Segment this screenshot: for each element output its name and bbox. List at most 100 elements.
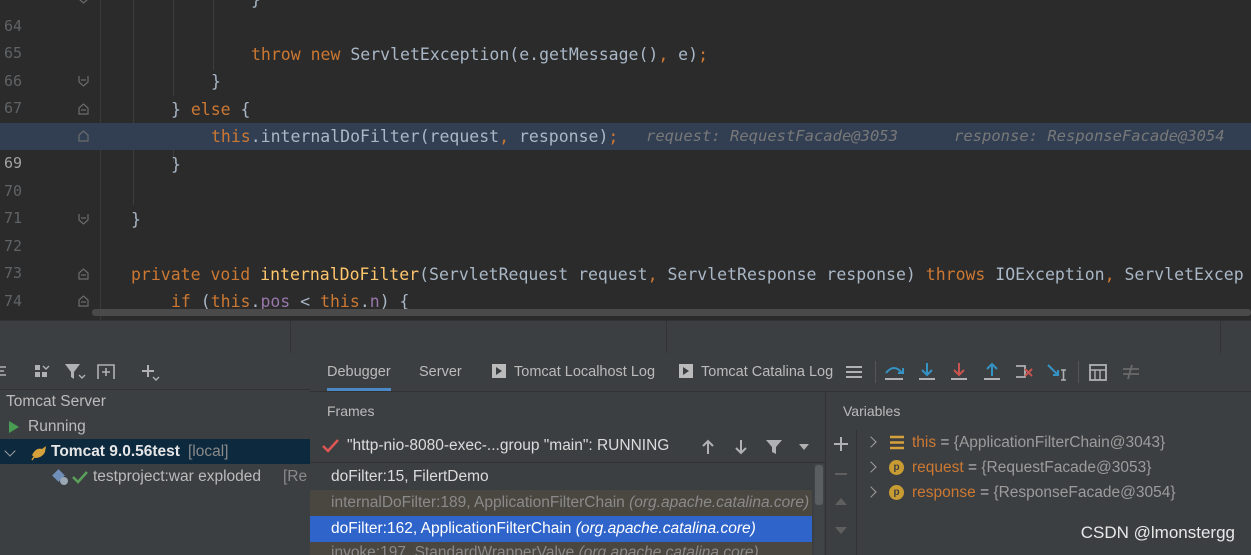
tree-item-running[interactable]: Running [0,414,310,439]
frame-method: doFilter:162, ApplicationFilterChain [331,520,572,537]
collapse-all-icon[interactable] [0,364,8,378]
code-token: (ServletRequest request [419,265,648,284]
chevron-right-icon[interactable] [865,486,877,498]
tool-window-header [0,320,1251,354]
fold-end-icon[interactable] [78,0,89,4]
variables-title: Variables [843,403,901,419]
watermark: CSDN @lmonstergg [1080,523,1235,542]
code-line: 74 @ private void internalDoFilter(Servl… [0,261,1251,320]
divider [666,321,667,354]
parameter-icon: p [889,485,904,500]
tab-label: Tomcat Localhost Log [514,364,656,380]
filter-icon[interactable] [64,363,86,381]
tab-tomcat-localhost-log[interactable]: Tomcat Localhost Log [492,353,655,391]
step-over-icon[interactable] [883,360,905,384]
variable-name: request [912,459,964,476]
frames-pane: Frames "http-nio-8080-exec-...group "mai… [310,392,825,555]
code-comma: , [1104,265,1115,284]
fold-start-icon[interactable] [78,103,89,115]
tree-item-tomcat-server[interactable]: Tomcat Server [0,389,310,414]
step-out-icon[interactable] [981,360,1003,384]
keyword-new: new [310,45,341,64]
fold-start-icon[interactable] [78,268,89,280]
code-token: ServletResponse response) [657,265,926,284]
fold-start-icon[interactable] [78,295,89,307]
chevron-right-icon[interactable] [865,436,877,448]
chevron-down-icon[interactable] [4,445,16,457]
frame-method: internalDoFilter:189, ApplicationFilterC… [331,494,625,511]
tree-item-artifact[interactable]: testproject:war exploded [Re [0,464,310,489]
code-token: } [171,155,181,174]
code-editor[interactable]: 64 } 65 66 throw new ServletException(e.… [0,0,1251,320]
code-line: 72 } [0,206,1251,255]
fold-end-icon[interactable] [78,75,89,87]
code-semicolon: ; [698,45,708,64]
code-line: 73 [0,233,1251,282]
fold-end-icon[interactable] [78,213,89,225]
keyword-this: this [211,127,251,146]
move-down-icon[interactable] [833,524,849,538]
force-step-into-icon[interactable] [948,360,970,384]
frame-item[interactable]: invoke:197, StandardWrapperValve (org.ap… [310,542,812,555]
group-by-icon[interactable] [34,363,50,379]
variable-row[interactable]: this = {ApplicationFilterChain@3043} [826,430,1251,455]
code-token: IOException [985,265,1105,284]
tree-item-tomcat-instance[interactable]: Tomcat 9.0.56test [local] [0,439,310,464]
tomcat-icon [31,446,46,461]
tab-debugger[interactable]: Debugger [327,353,391,391]
divider [1220,321,1221,354]
keyword-void: void [210,265,251,284]
debugger-tabs: Debugger Server Tomcat Localhost Log Tom… [310,353,1251,392]
variable-name: this [912,434,937,451]
code-line: 67 } [0,68,1251,117]
variable-row[interactable]: p request = {RequestFacade@3053} [826,455,1251,480]
log-icon [679,364,693,378]
keyword-throws: throws [925,265,986,284]
code-token: ServletExcep [1114,265,1244,284]
arrow-down-icon[interactable] [733,438,749,456]
code-token: } [211,72,221,91]
step-into-icon[interactable] [916,360,938,384]
evaluate-expression-icon[interactable] [1087,360,1109,384]
toolbar-separator [1078,361,1079,383]
tab-label: Tomcat Catalina Log [701,364,834,380]
chevron-right-icon[interactable] [865,461,877,473]
code-line: 68 } else { [0,96,1251,145]
frames-scrollbar-thumb[interactable] [815,465,823,505]
editor-horizontal-scrollbar[interactable] [92,309,1251,316]
new-tab-icon[interactable] [96,362,118,380]
add-service-icon[interactable] [140,363,160,381]
menu-icon[interactable] [843,360,865,384]
frame-package: (org.apache.catalina.core) [629,494,810,511]
code-token: ServletException(e.getMessage() [350,45,659,64]
frame-item-selected[interactable]: doFilter:162, ApplicationFilterChain (or… [310,516,812,542]
tab-tomcat-catalina-log[interactable]: Tomcat Catalina Log [679,353,833,391]
log-icon [492,364,506,378]
frame-item[interactable]: doFilter:15, FilertDemo [310,464,812,490]
chevron-down-icon[interactable] [798,442,810,452]
frame-package: (org.apache.catalina.core) [575,520,756,537]
arrow-up-icon[interactable] [700,438,716,456]
tree-item-label: Tomcat Server [6,393,106,410]
fold-start-icon[interactable] [78,130,89,142]
variable-value: {ApplicationFilterChain@3043} [953,434,1166,451]
trace-current-stream-icon[interactable] [1120,360,1142,384]
filter-icon[interactable] [765,438,783,456]
keyword-else: else [190,100,231,119]
services-panel: Tomcat Server Running Tomcat 9.0.56test … [0,353,310,555]
run-to-cursor-icon[interactable] [1046,360,1068,384]
variable-equals: = [975,484,994,501]
parameter-icon: p [889,460,904,475]
inline-value-response: response: ResponseFacade@3054 [954,127,1225,145]
tree-item-label: Tomcat 9.0.56test [51,443,180,460]
divider [290,321,291,354]
code-comma: , [647,265,658,284]
drop-frame-icon[interactable] [1013,360,1035,384]
frame-item[interactable]: internalDoFilter:189, ApplicationFilterC… [310,490,812,516]
toolbar-separator [875,361,876,383]
tab-label: Server [419,364,462,380]
code-line: 70 } [0,151,1251,200]
code-line: 65 [0,13,1251,62]
tab-server[interactable]: Server [419,353,462,391]
variable-row[interactable]: p response = {ResponseFacade@3054} [826,480,1251,505]
